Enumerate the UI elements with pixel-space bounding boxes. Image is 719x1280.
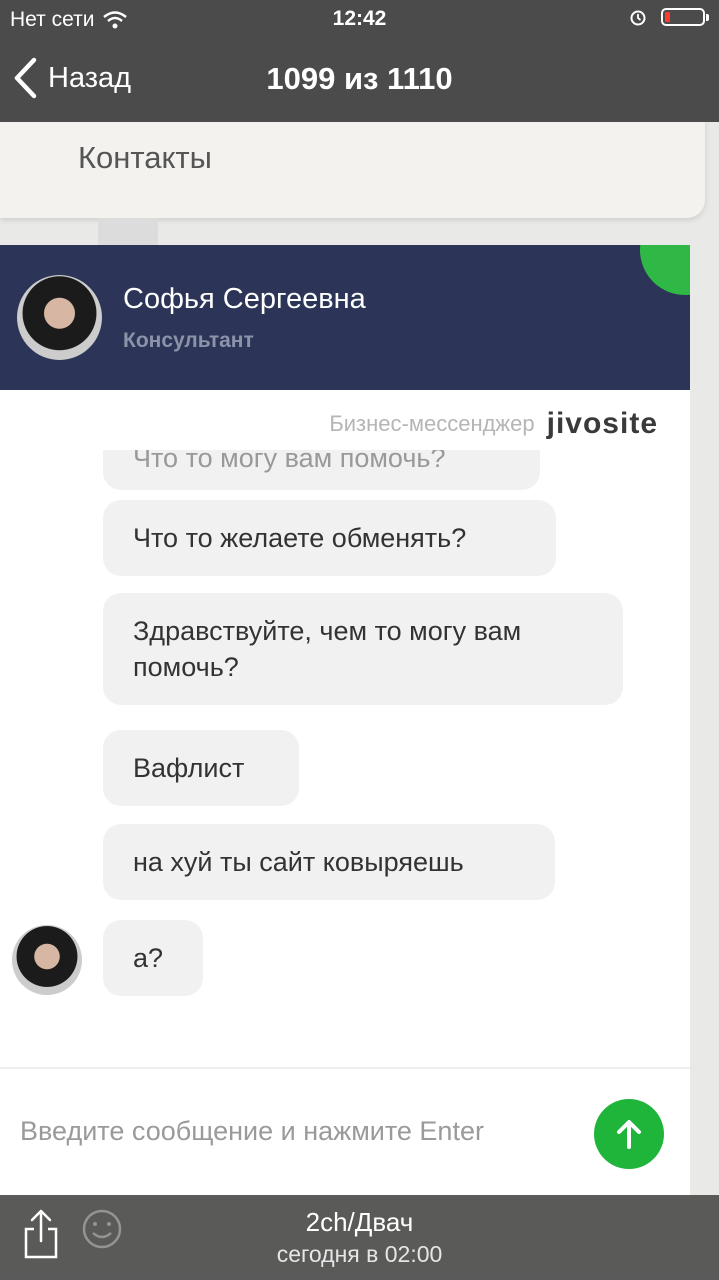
send-button[interactable]	[594, 1099, 664, 1169]
chat-widget: Софья Сергеевна Консультант Бизнес-мессе…	[0, 245, 690, 1197]
agent-message-avatar	[12, 925, 82, 995]
agent-role: Консультант	[123, 329, 254, 352]
contacts-card: Контакты	[0, 118, 705, 218]
message-bubble: а?	[103, 920, 203, 996]
post-source: 2ch/Двач	[305, 1207, 414, 1237]
arrow-up-icon	[617, 1120, 641, 1149]
screenshot-photo: Контакты Софья Сергеевна Консультант Биз…	[0, 0, 719, 1280]
status-right	[629, 8, 709, 26]
battery-tip	[706, 14, 709, 21]
green-corner-decoration	[640, 245, 690, 295]
background-stub	[98, 218, 158, 246]
message-text: Здравствуйте, чем то могу вам помочь?	[133, 616, 522, 682]
message-bubble: Что то желаете обменять?	[103, 500, 556, 576]
branding[interactable]: Бизнес-мессенджер jivosite	[329, 407, 658, 441]
message-input[interactable]	[18, 1105, 582, 1157]
contacts-label: Контакты	[78, 140, 212, 175]
message-bubble: на хуй ты сайт ковыряешь	[103, 824, 555, 900]
jivosite-logo: jivosite	[546, 407, 658, 440]
message-text: Что то желаете обменять?	[133, 523, 467, 553]
bottom-bar: 2ch/Двач сегодня в 02:00	[0, 1195, 719, 1280]
alarm-icon	[630, 10, 646, 26]
composer	[0, 1067, 690, 1197]
message-bubble: Здравствуйте, чем то могу вам помочь?	[103, 593, 623, 705]
agent-avatar	[17, 275, 102, 360]
branding-text: Бизнес-мессенджер	[329, 411, 535, 436]
post-date: сегодня в 02:00	[276, 1241, 443, 1267]
message-bubble: Что то могу вам помочь?	[103, 450, 540, 490]
agent-name: Софья Сергеевна	[123, 283, 366, 315]
nav-bar: Назад 1099 из 1110	[0, 40, 719, 122]
message-text: Вафлист	[133, 753, 245, 783]
status-time: 12:42	[332, 7, 387, 30]
battery-icon	[661, 8, 709, 26]
status-bar: Нет сети 12:42	[0, 0, 719, 40]
message-bubble: Вафлист	[103, 730, 299, 806]
message-list[interactable]: Что то могу вам помочь? Что то желаете о…	[0, 450, 690, 1070]
battery-level	[665, 12, 670, 22]
message-text: а?	[133, 943, 164, 973]
message-text: на хуй ты сайт ковыряешь	[133, 847, 464, 877]
nav-title: 1099 из 1110	[266, 61, 453, 96]
chat-header: Софья Сергеевна Консультант	[0, 245, 690, 390]
message-text: Что то могу вам помочь?	[133, 450, 446, 473]
